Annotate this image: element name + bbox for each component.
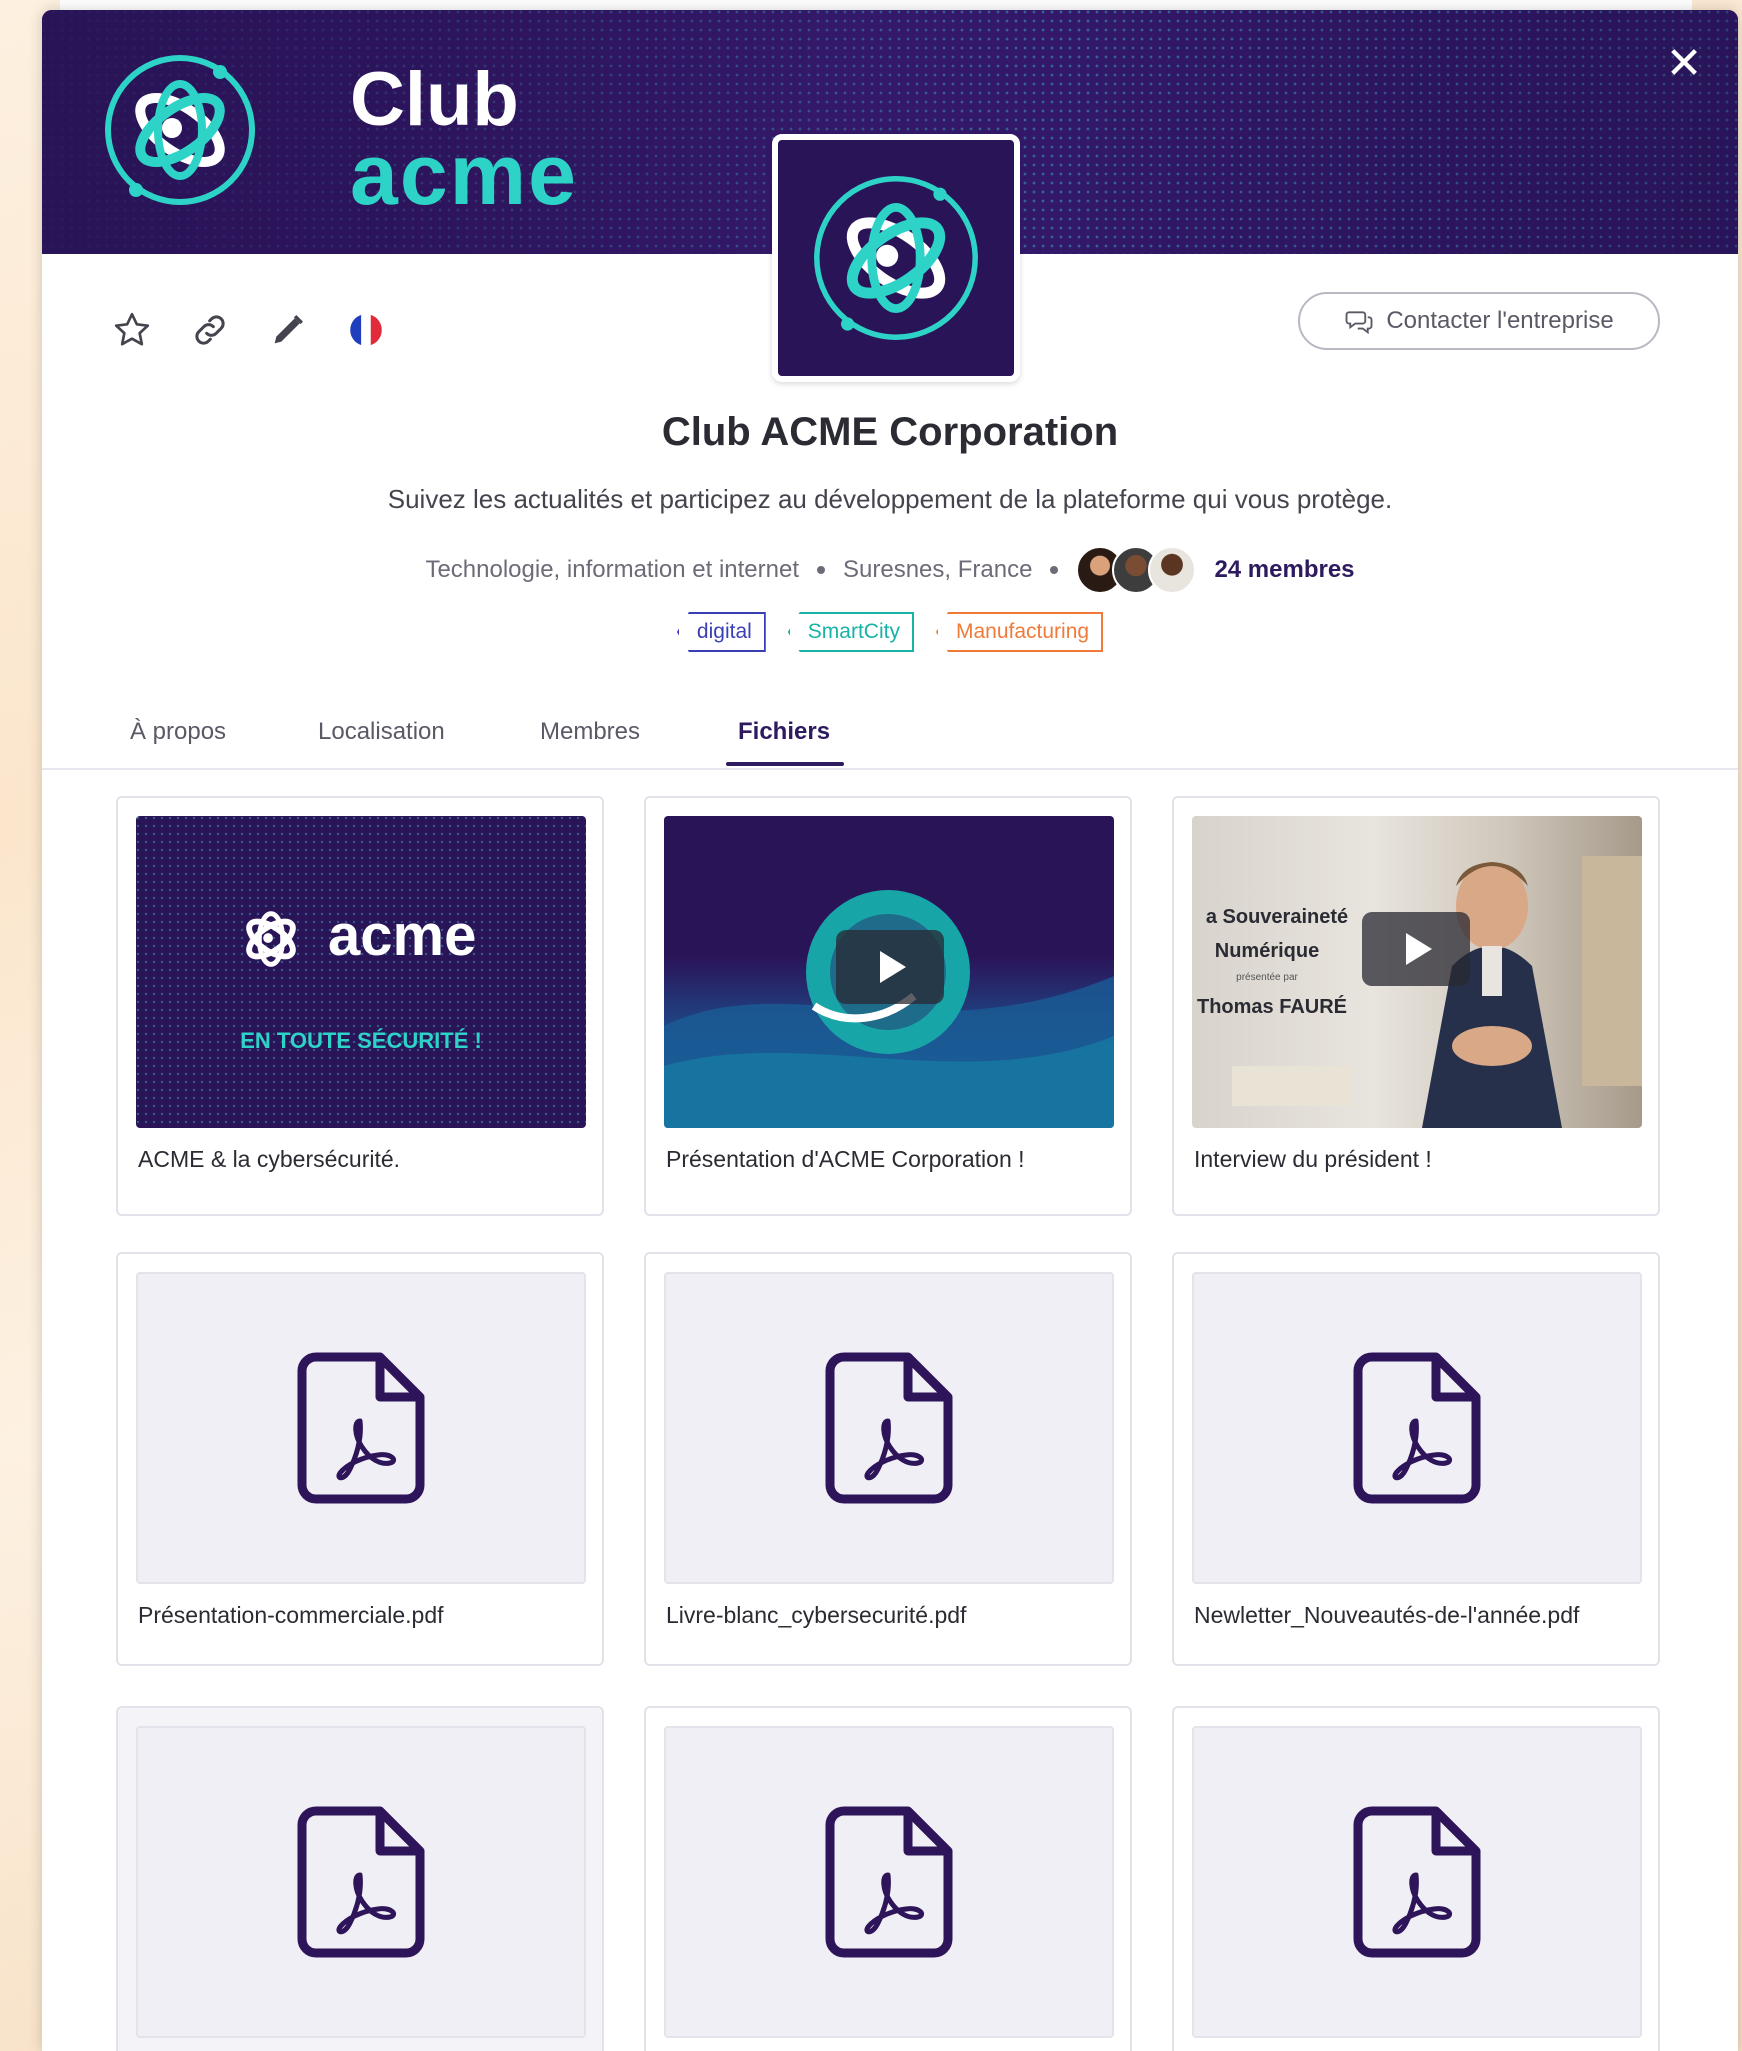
action-icons <box>112 300 386 360</box>
file-card[interactable]: Présentation d'ACME Corporation ! <box>644 796 1132 1216</box>
thumb-title-line: a Souveraineté <box>1205 906 1349 928</box>
file-name: ACME & la cybersécurité. <box>138 1146 401 1172</box>
pdf-file-icon <box>825 1806 953 1958</box>
member-avatars[interactable] <box>1076 546 1197 594</box>
tag-smartcity[interactable]: SmartCity <box>787 612 914 652</box>
company-industry: Technologie, information et internet <box>425 556 800 583</box>
tag-list: digital SmartCity Manufacturing <box>42 612 1738 652</box>
file-thumbnail: acme EN TOUTE SÉCURITÉ ! <box>136 816 586 1128</box>
play-icon <box>880 951 906 983</box>
tab-fichiers[interactable]: Fichiers <box>738 718 830 746</box>
close-icon: ✕ <box>1665 39 1703 88</box>
pdf-file-icon <box>297 1806 425 1958</box>
pdf-file-icon <box>297 1352 425 1504</box>
contact-button-label: Contacter l'entreprise <box>1386 307 1614 334</box>
chat-icon <box>1345 311 1373 335</box>
copy-link-button[interactable] <box>190 310 230 350</box>
company-meta: Technologie, information et internet Sur… <box>42 546 1738 594</box>
file-card[interactable] <box>1172 1706 1660 2051</box>
pdf-file-icon <box>1353 1352 1481 1504</box>
file-card[interactable] <box>116 1706 604 2051</box>
tab-membres[interactable]: Membres <box>540 718 640 746</box>
file-name: Présentation d'ACME Corporation ! <box>666 1146 1025 1172</box>
company-location: Suresnes, France <box>843 556 1033 583</box>
favorite-button[interactable] <box>112 310 152 350</box>
thumb-subtitle-line: présentée par <box>1236 972 1298 983</box>
file-name: Présentation-commerciale.pdf <box>138 1602 444 1628</box>
play-icon <box>1406 933 1432 965</box>
company-name: Club ACME Corporation <box>661 410 1119 454</box>
file-card[interactable] <box>644 1706 1132 2051</box>
close-button[interactable]: ✕ <box>1660 40 1708 88</box>
contact-company-button[interactable]: Contacter l'entreprise <box>1298 292 1660 350</box>
play-button[interactable] <box>1362 912 1470 986</box>
atom-logo-icon <box>105 55 255 205</box>
thumb-logo-text: acme <box>328 903 477 968</box>
file-card[interactable]: acme EN TOUTE SÉCURITÉ ! ACME & la cyber… <box>116 796 604 1216</box>
file-card[interactable]: Livre-blanc_cybersecurité.pdf <box>644 1252 1132 1666</box>
tag-digital[interactable]: digital <box>676 612 766 652</box>
file-thumbnail <box>136 1726 586 2038</box>
file-thumbnail <box>1192 1272 1642 1584</box>
tag-manufacturing[interactable]: Manufacturing <box>935 612 1104 652</box>
star-icon <box>114 312 150 346</box>
members-count[interactable]: 24 membres <box>1214 556 1354 584</box>
avatar <box>1148 546 1197 594</box>
file-thumbnail <box>664 816 1114 1128</box>
france-flag-icon <box>350 314 382 346</box>
file-name: Newletter_Nouveautés-de-l'année.pdf <box>1194 1602 1580 1628</box>
active-tab-indicator <box>726 762 844 766</box>
file-thumbnail <box>664 1726 1114 2038</box>
thumb-title-line: Numérique <box>1214 940 1320 962</box>
file-thumbnail <box>1192 1726 1642 2038</box>
atom-logo-icon <box>246 911 296 967</box>
company-modal: Club acme ✕ Contacter l'entreprise Club … <box>42 10 1738 2051</box>
separator-dot <box>1050 566 1059 574</box>
file-thumbnail: a Souveraineté Numérique présentée par T… <box>1192 816 1642 1128</box>
edit-button[interactable] <box>268 310 308 350</box>
file-name: Livre-blanc_cybersecurité.pdf <box>666 1602 967 1628</box>
brand-acme-text: acme <box>350 127 578 223</box>
company-tagline: Suivez les actualités et participez au d… <box>387 484 1393 514</box>
brand-logo: Club acme <box>100 50 580 220</box>
file-thumbnail <box>136 1272 586 1584</box>
language-button[interactable] <box>346 310 386 350</box>
tab-bar: À propos Localisation Membres Fichiers <box>42 700 1738 770</box>
file-card[interactable]: a Souveraineté Numérique présentée par T… <box>1172 796 1660 1216</box>
tab-localisation[interactable]: Localisation <box>318 718 445 746</box>
play-button[interactable] <box>836 930 944 1004</box>
file-thumbnail <box>664 1272 1114 1584</box>
tab-a-propos[interactable]: À propos <box>130 718 226 746</box>
atom-logo-icon <box>814 176 978 340</box>
pdf-file-icon <box>825 1352 953 1504</box>
thumb-title-line: Thomas FAURÉ <box>1196 996 1348 1018</box>
separator-dot <box>817 566 826 574</box>
file-name: Interview du président ! <box>1194 1146 1432 1172</box>
file-card[interactable]: Newletter_Nouveautés-de-l'année.pdf <box>1172 1252 1660 1666</box>
file-card[interactable]: Présentation-commerciale.pdf <box>116 1252 604 1666</box>
pdf-file-icon <box>1353 1806 1481 1958</box>
pencil-icon <box>274 315 303 344</box>
link-icon <box>195 315 225 345</box>
thumb-slogan: EN TOUTE SÉCURITÉ ! <box>240 1028 482 1053</box>
company-logo <box>772 134 1020 382</box>
